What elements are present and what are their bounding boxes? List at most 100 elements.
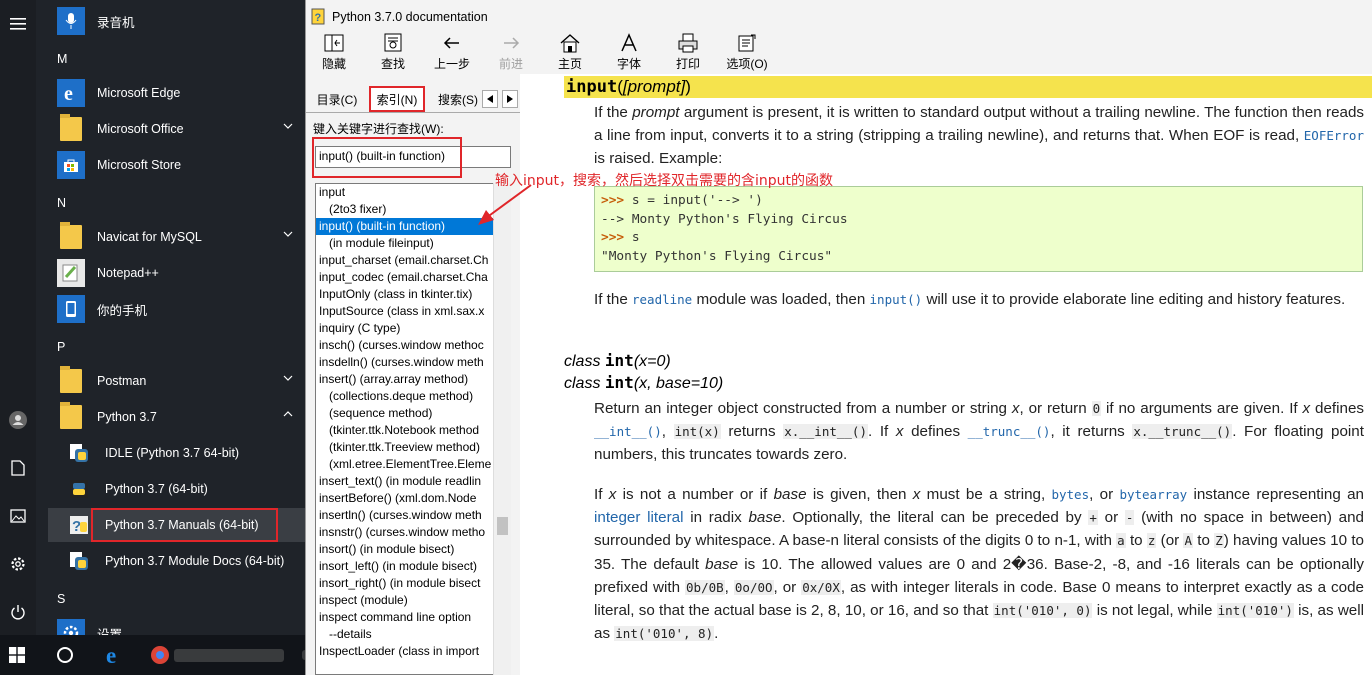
cortana-icon — [57, 647, 73, 663]
index-item[interactable]: InputSource (class in xml.sax.x — [316, 303, 510, 320]
index-item[interactable]: insert_text() (in module readlin — [316, 473, 510, 490]
tab-scroll-left-button[interactable] — [482, 90, 498, 108]
index-item[interactable]: insort_right() (in module bisect — [316, 575, 510, 592]
toolbar-label: 隐藏 — [321, 57, 346, 71]
toolbar-forward-button[interactable]: 前进 — [485, 33, 537, 73]
app-microsoft-office[interactable]: Microsoft Office — [48, 112, 305, 146]
app-idle[interactable]: IDLE (Python 3.7 64-bit) — [48, 436, 305, 470]
tab-scroll-right-button[interactable] — [502, 90, 518, 108]
index-item[interactable]: insertln() (curses.window meth — [316, 507, 510, 524]
readline-link[interactable]: readline — [632, 292, 692, 307]
toolbar-find-button[interactable]: 查找 — [367, 33, 419, 73]
edge-taskbar-button[interactable]: e — [98, 635, 132, 675]
code-line: "Monty Python's Flying Circus" — [601, 248, 833, 264]
index-item[interactable]: insdelln() (curses.window meth — [316, 354, 510, 371]
app-your-phone[interactable]: 你的手机 — [48, 292, 305, 326]
cortana-button[interactable] — [48, 635, 82, 675]
index-item[interactable]: input_charset (email.charset.Ch — [316, 252, 510, 269]
app-python37-folder[interactable]: Python 3.7 — [48, 400, 305, 434]
scrollbar-thumb[interactable] — [497, 517, 508, 535]
index-item[interactable]: InputOnly (class in tkinter.tix) — [316, 286, 510, 303]
index-item[interactable]: inspect command line option — [316, 609, 510, 626]
toolbar-home-button[interactable]: 主页 — [544, 33, 596, 73]
index-item[interactable]: (tkinter.ttk.Notebook method — [316, 422, 510, 439]
app-label: IDLE (Python 3.7 64-bit) — [105, 446, 240, 460]
folder-icon — [57, 222, 85, 251]
section-letter-s[interactable]: S — [57, 592, 65, 606]
index-item[interactable]: inquiry (C type) — [316, 320, 510, 337]
index-item[interactable]: (tkinter.ttk.Treeview method) — [316, 439, 510, 456]
section-letter-p[interactable]: P — [57, 340, 65, 354]
svg-text:e: e — [64, 83, 73, 103]
index-item[interactable]: (xml.etree.ElementTree.Eleme — [316, 456, 510, 473]
signature-int-2: class int(x, base=10) — [564, 373, 724, 392]
help-file-icon: ? — [311, 8, 325, 25]
tab-contents[interactable]: 目录(C) — [313, 86, 361, 112]
toolbar-back-button[interactable]: 上一步 — [426, 33, 478, 73]
index-item[interactable]: insort_left() (in module bisect) — [316, 558, 510, 575]
app-label: Microsoft Office — [97, 122, 184, 136]
windows-start-button[interactable] — [0, 635, 34, 675]
user-icon[interactable] — [0, 404, 36, 436]
app-settings[interactable]: 设置 — [48, 616, 305, 635]
python-help-icon: ? — [65, 511, 93, 539]
hamburger-icon[interactable] — [0, 8, 36, 40]
store-icon — [57, 151, 85, 179]
eoferror-link[interactable]: EOFError — [1304, 128, 1364, 143]
app-postman[interactable]: Postman — [48, 364, 305, 398]
index-item[interactable]: insert() (array.array method) — [316, 371, 510, 388]
app-microsoft-edge[interactable]: e Microsoft Edge — [48, 76, 305, 110]
tab-index[interactable]: 索引(N) — [369, 86, 425, 112]
folder-icon — [57, 114, 85, 143]
python-icon — [65, 475, 93, 503]
chrome-icon — [151, 646, 284, 664]
document-icon[interactable] — [0, 452, 36, 484]
section-letter-m[interactable]: M — [57, 52, 67, 66]
doc-content: input([prompt]) If the prompt argument i… — [520, 74, 1372, 675]
index-item[interactable]: inspect (module) — [316, 592, 510, 609]
nav-pane: 目录(C) 索引(N) 搜索(S) 键入关键字进行查找(W): input() … — [306, 78, 522, 675]
section-letter-n[interactable]: N — [57, 196, 66, 210]
toolbar-options-button[interactable]: 选项(O) — [721, 33, 773, 73]
app-voice-recorder[interactable]: 录音机 — [48, 4, 305, 38]
app-microsoft-store[interactable]: Microsoft Store — [48, 148, 305, 182]
int-dunder-link[interactable]: __int__() — [594, 424, 662, 439]
index-item[interactable]: (in module fileinput) — [316, 235, 510, 252]
code-line: >>> s = input('--> ') — [601, 193, 763, 208]
index-item[interactable]: insnstr() (curses.window metho — [316, 524, 510, 541]
input-link[interactable]: input() — [870, 292, 923, 307]
sig-paren: ) — [685, 77, 691, 96]
index-item[interactable]: (sequence method) — [316, 405, 510, 422]
settings-icon[interactable] — [0, 548, 36, 580]
bytes-link[interactable]: bytes — [1051, 487, 1089, 502]
index-item[interactable]: InspectLoader (class in import — [316, 643, 510, 660]
paragraph-input-desc: If the prompt argument is present, it is… — [594, 104, 1364, 168]
bytearray-link[interactable]: bytearray — [1119, 487, 1187, 502]
index-item[interactable]: insort() (in module bisect) — [316, 541, 510, 558]
integer-literal-link[interactable]: integer literal — [594, 509, 683, 526]
index-item[interactable]: insch() (curses.window methoc — [316, 337, 510, 354]
trunc-link[interactable]: __trunc__() — [968, 424, 1051, 439]
index-item[interactable]: --details — [316, 626, 510, 643]
chrome-taskbar-button[interactable] — [148, 635, 288, 675]
index-item[interactable]: (collections.deque method) — [316, 388, 510, 405]
window-title: Python 3.7.0 documentation — [332, 10, 488, 24]
app-label: Notepad++ — [97, 266, 159, 280]
pictures-icon[interactable] — [0, 500, 36, 532]
index-scrollbar[interactable] — [493, 183, 511, 675]
toolbar-print-button[interactable]: 打印 — [662, 33, 714, 73]
app-navicat[interactable]: Navicat for MySQL — [48, 220, 305, 254]
power-icon[interactable] — [0, 596, 36, 628]
app-python37[interactable]: Python 3.7 (64-bit) — [48, 472, 305, 506]
index-list[interactable]: input (2to3 fixer) input() (built-in funct… — [315, 183, 511, 675]
signature-int-1: class int(x=0) — [564, 351, 671, 370]
svg-text:?: ? — [315, 12, 322, 24]
toolbar-hide-button[interactable]: 隐藏 — [308, 33, 360, 73]
taskbar: e — [0, 635, 350, 675]
app-notepadpp[interactable]: Notepad++ — [48, 256, 305, 290]
index-item[interactable]: input_codec (email.charset.Cha — [316, 269, 510, 286]
toolbar-font-button[interactable]: 字体 — [603, 33, 655, 73]
app-python-module-docs[interactable]: Python 3.7 Module Docs (64-bit) — [48, 544, 305, 578]
index-item[interactable]: insertBefore() (xml.dom.Node — [316, 490, 510, 507]
tab-search[interactable]: 搜索(S) — [434, 86, 482, 112]
